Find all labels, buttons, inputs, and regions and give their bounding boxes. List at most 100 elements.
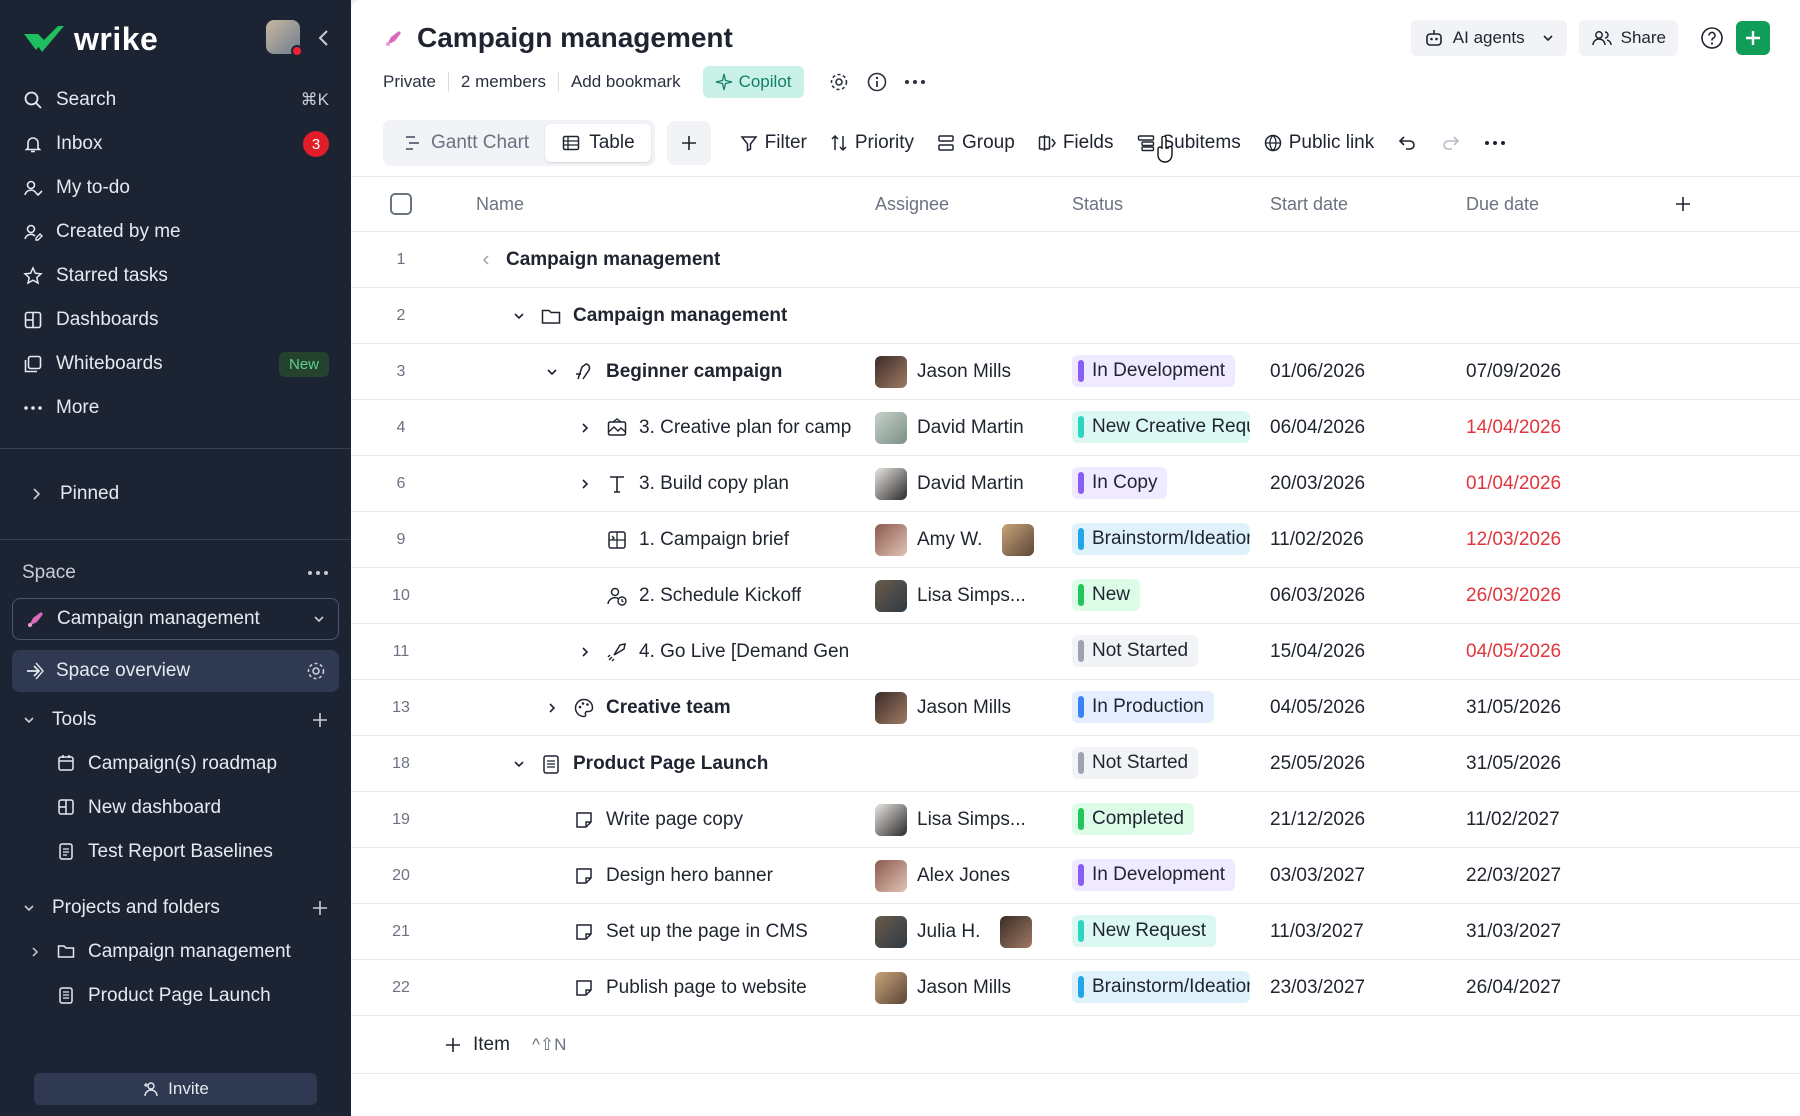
task-name-cell[interactable]: 3. Build copy plan (451, 472, 851, 496)
status-badge[interactable]: New Request (1072, 915, 1217, 947)
due-date-cell[interactable]: 31/05/2026 (1466, 697, 1561, 719)
due-date-cell[interactable]: 31/05/2026 (1466, 753, 1561, 775)
table-row[interactable]: 6 3. Build copy plan David Martin In Copy 20… (351, 456, 1800, 512)
column-header-start-date[interactable]: Start date (1270, 194, 1348, 215)
status-badge[interactable]: Not Started (1072, 747, 1199, 779)
status-cell[interactable]: In Copy (1072, 467, 1252, 500)
status-badge[interactable]: In Development (1072, 355, 1236, 387)
start-date-cell[interactable]: 21/12/2026 (1270, 809, 1365, 831)
table-row[interactable]: 22 Publish page to website Jason Mills Brai… (351, 960, 1800, 1016)
sidebar-item-starred[interactable]: Starred tasks (0, 254, 351, 298)
start-date-cell[interactable]: 06/04/2026 (1270, 417, 1365, 439)
start-date-cell[interactable]: 25/05/2026 (1270, 753, 1365, 775)
task-name-cell[interactable]: Campaign management (451, 304, 917, 328)
task-name-cell[interactable]: Publish page to website (451, 976, 884, 1000)
table-row[interactable]: 21 Set up the page in CMS Julia H. New Requ… (351, 904, 1800, 960)
status-badge[interactable]: Not Started (1072, 635, 1199, 667)
table-row[interactable]: 9 1. Campaign brief Amy W. Brainstorm/Ideat… (351, 512, 1800, 568)
start-date-cell[interactable]: 03/03/2027 (1270, 865, 1365, 887)
sidebar-item-whiteboards[interactable]: Whiteboards New (0, 342, 351, 386)
chevron-right-icon[interactable] (542, 698, 562, 718)
due-date-cell[interactable]: 14/04/2026 (1466, 417, 1561, 439)
add-bookmark-link[interactable]: Add bookmark (559, 72, 693, 92)
task-name-cell[interactable]: 4. Go Live [Demand Gen team] (451, 640, 851, 664)
status-badge[interactable]: New (1072, 579, 1141, 611)
status-badge[interactable]: Brainstorm/Ideation (1072, 971, 1250, 1003)
assignee-cell[interactable]: David Martin (875, 411, 1065, 444)
task-name-cell[interactable]: Design hero banner (451, 864, 884, 888)
subitems-button[interactable]: Subitems (1136, 132, 1241, 154)
table-row[interactable]: 19 Write page copy Lisa Simps... Completed 2… (351, 792, 1800, 848)
redo-icon[interactable] (1440, 132, 1462, 154)
space-overview-item[interactable]: Space overview (12, 650, 339, 692)
due-date-cell[interactable]: 26/04/2027 (1466, 977, 1561, 999)
due-date-cell[interactable]: 11/02/2027 (1466, 809, 1560, 831)
space-options-icon[interactable] (307, 569, 329, 577)
task-name-cell[interactable]: 1. Campaign brief (451, 528, 851, 552)
projects-section-header[interactable]: Projects and folders (0, 886, 351, 930)
project-item-product-page-launch[interactable]: Product Page Launch (0, 974, 351, 1018)
user-avatar[interactable] (266, 20, 303, 57)
start-date-cell[interactable]: 01/06/2026 (1270, 361, 1365, 383)
assignee-cell[interactable]: Jason Mills (875, 691, 1065, 724)
gear-icon[interactable] (828, 71, 850, 93)
add-item-row[interactable]: Item ^⇧N (351, 1016, 1800, 1074)
filter-button[interactable]: Filter (739, 132, 807, 154)
status-badge[interactable]: New Creative Request (1072, 411, 1250, 443)
select-all-checkbox[interactable] (390, 193, 412, 215)
members-link[interactable]: 2 members (449, 72, 559, 92)
assignee-cell[interactable]: Alex Jones (875, 859, 1065, 892)
create-new-button[interactable] (1736, 21, 1770, 55)
due-date-cell[interactable]: 07/09/2026 (1466, 361, 1561, 383)
page-title[interactable]: Campaign management (417, 22, 733, 54)
status-badge[interactable]: In Production (1072, 691, 1214, 723)
add-view-button[interactable] (666, 121, 711, 165)
logo[interactable]: wrike (22, 21, 158, 58)
task-name-cell[interactable]: Creative team (451, 696, 884, 720)
due-date-cell[interactable]: 04/05/2026 (1466, 641, 1561, 663)
status-cell[interactable]: Not Started (1072, 635, 1252, 668)
start-date-cell[interactable]: 11/03/2027 (1270, 921, 1364, 943)
status-cell[interactable]: Completed (1072, 803, 1252, 836)
chevron-right-icon[interactable] (575, 418, 595, 438)
status-badge[interactable]: In Copy (1072, 467, 1168, 499)
chevron-down-icon[interactable] (542, 362, 562, 382)
assignee-cell[interactable]: Julia H. (875, 915, 1065, 948)
task-name-cell[interactable]: Set up the page in CMS (451, 920, 884, 944)
project-item-campaign-management[interactable]: Campaign management (0, 930, 351, 974)
chevron-down-icon[interactable] (509, 306, 529, 326)
public-link-button[interactable]: Public link (1263, 132, 1374, 154)
tool-item-roadmap[interactable]: Campaign(s) roadmap (0, 742, 351, 786)
table-row[interactable]: 13 Creative team Jason Mills In Production 0… (351, 680, 1800, 736)
task-name-cell[interactable]: 2. Schedule Kickoff (451, 584, 851, 608)
assignee-cell[interactable]: Lisa Simps... (875, 803, 1065, 836)
invite-button[interactable]: Invite (34, 1073, 317, 1105)
ai-agents-button[interactable]: AI agents (1410, 20, 1567, 56)
due-date-cell[interactable]: 22/03/2027 (1466, 865, 1561, 887)
task-name-cell[interactable]: Write page copy (451, 808, 884, 832)
assignee-cell[interactable]: Jason Mills (875, 971, 1065, 1004)
table-row[interactable]: 11 4. Go Live [Demand Gen team] Not Starte… (351, 624, 1800, 680)
due-date-cell[interactable]: 26/03/2026 (1466, 585, 1561, 607)
chevron-right-icon[interactable] (575, 642, 595, 662)
status-cell[interactable]: Brainstorm/Ideation (1072, 523, 1252, 556)
start-date-cell[interactable]: 11/02/2026 (1270, 529, 1364, 551)
status-badge[interactable]: In Development (1072, 859, 1236, 891)
start-date-cell[interactable]: 15/04/2026 (1270, 641, 1365, 663)
status-cell[interactable]: In Production (1072, 691, 1252, 724)
sidebar-item-created-by-me[interactable]: Created by me (0, 210, 351, 254)
table-row[interactable]: 4 3. Creative plan for campaign David Mart… (351, 400, 1800, 456)
undo-icon[interactable] (1396, 132, 1418, 154)
table-row[interactable]: 10 2. Schedule Kickoff Lisa Simps... New 06/… (351, 568, 1800, 624)
tab-gantt-chart[interactable]: Gantt Chart (387, 124, 545, 162)
chevron-left-icon[interactable] (476, 250, 496, 270)
table-row[interactable]: 1 Campaign management (351, 232, 1800, 288)
group-button[interactable]: Group (936, 132, 1015, 154)
tools-section-header[interactable]: Tools (0, 698, 351, 742)
add-tool-icon[interactable] (311, 711, 329, 729)
task-name-cell[interactable]: Beginner campaign (451, 360, 884, 384)
add-project-icon[interactable] (311, 899, 329, 917)
start-date-cell[interactable]: 04/05/2026 (1270, 697, 1365, 719)
sidebar-item-inbox[interactable]: Inbox 3 (0, 122, 351, 166)
share-button[interactable]: Share (1578, 20, 1678, 56)
